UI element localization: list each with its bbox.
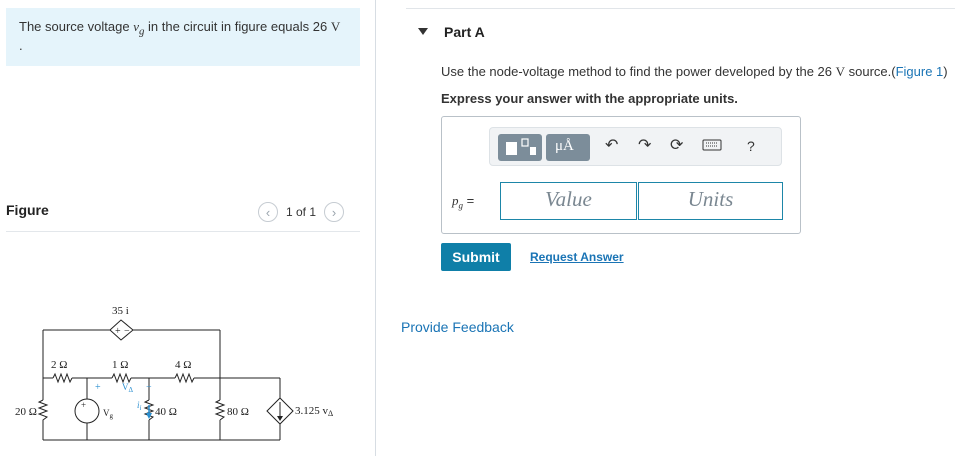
figure-label: Figure [6, 202, 49, 218]
svg-text:−: − [146, 382, 152, 393]
resistor-1-label: 1 Ω [112, 359, 128, 371]
intro-text-before: The source voltage [19, 19, 134, 34]
resistor-80-label: 80 Ω [227, 406, 249, 418]
part-title: Part A [444, 24, 485, 40]
chevron-right-icon: › [331, 204, 337, 220]
resistor-40-label: 40 Ω [155, 406, 177, 418]
dep-source-label: 35 i [112, 305, 129, 317]
current-source-label: 3.125 v [295, 405, 329, 417]
request-answer-link[interactable]: Request Answer [530, 250, 624, 264]
submit-button[interactable]: Submit [441, 243, 511, 271]
units-input[interactable]: Units [638, 182, 783, 220]
svg-text:+: + [95, 382, 101, 393]
right-panel: Part A Use the node-voltage method to fi… [376, 0, 955, 456]
svg-text:3.125 vΔ: 3.125 vΔ [295, 405, 333, 418]
circuit-diagram: 35 i + − 2 Ω 1 Ω 4 Ω 20 Ω 40 Ω 80 Ω 3.12… [15, 305, 333, 441]
math-toolbar: μÅ ↶ ↷ ⟳ ? [489, 127, 782, 166]
redo-icon[interactable]: ↷ [638, 136, 651, 156]
keyboard-icon[interactable] [702, 138, 722, 158]
chevron-left-icon: ‹ [265, 204, 271, 220]
svg-text:VΔ: VΔ [122, 382, 134, 394]
units-glyph-icon: μÅ [555, 138, 574, 154]
answer-label: pg = [452, 193, 475, 211]
next-figure-button[interactable]: › [324, 202, 345, 222]
intro-unit: V [330, 19, 341, 34]
left-panel: The source voltage vg in the circuit in … [0, 0, 375, 456]
help-icon[interactable]: ? [747, 136, 755, 156]
svg-text:Vg: Vg [103, 408, 114, 420]
templates-button[interactable] [498, 134, 542, 161]
resistor-20-label: 20 Ω [15, 406, 37, 418]
provide-feedback-link[interactable]: Provide Feedback [401, 319, 514, 335]
intro-text-after: in the circuit in figure equals 26 [144, 19, 331, 34]
problem-intro: The source voltage vg in the circuit in … [6, 8, 360, 66]
reset-icon[interactable]: ⟳ [670, 136, 683, 156]
resistor-2-label: 2 Ω [51, 359, 67, 371]
svg-text:ii: ii [137, 400, 142, 412]
part-header[interactable]: Part A [406, 8, 955, 54]
svg-text:35 i: 35 i [112, 305, 129, 317]
undo-icon[interactable]: ↶ [605, 136, 618, 156]
resistor-4-label: 4 Ω [175, 359, 191, 371]
intro-dot: . [19, 38, 23, 53]
question-text: Use the node-voltage method to find the … [441, 64, 948, 79]
pager-text: 1 of 1 [286, 205, 317, 219]
template-grid-icon [506, 138, 536, 155]
svg-text:−: − [124, 326, 130, 337]
figure-link[interactable]: Figure 1 [896, 64, 944, 79]
answer-box: μÅ ↶ ↷ ⟳ ? pg = Value Units [441, 116, 801, 234]
figure-pager: ‹ 1 of 1 › [258, 202, 345, 222]
intro-variable: vg [133, 19, 145, 38]
svg-text:+: + [115, 326, 121, 337]
caret-down-icon[interactable] [418, 28, 428, 35]
value-input[interactable]: Value [500, 182, 637, 220]
prev-figure-button[interactable]: ‹ [258, 202, 278, 222]
units-button[interactable]: μÅ [546, 134, 590, 161]
figure-divider [6, 231, 360, 232]
instruction-text: Express your answer with the appropriate… [441, 91, 738, 106]
svg-text:+: + [81, 400, 86, 410]
